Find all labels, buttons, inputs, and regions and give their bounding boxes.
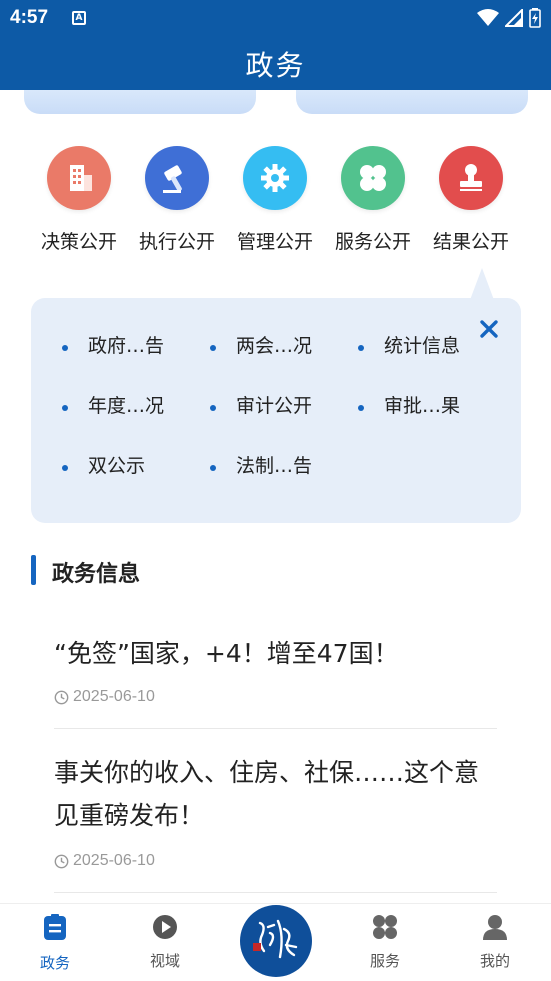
app-header: 4:57 A 政务 (0, 0, 551, 90)
play-icon (153, 915, 177, 939)
center-logo-button[interactable] (240, 905, 312, 977)
bullet-dot (358, 405, 364, 411)
section-title: 政务信息 (52, 562, 141, 587)
banner-card-right[interactable] (296, 90, 528, 114)
calligraphy-logo-icon (253, 919, 298, 959)
tab-video[interactable]: 视域 (125, 914, 205, 971)
nav-label: 执行公开 (138, 231, 215, 253)
tab-label: 政务 (39, 954, 70, 972)
signal-icon (505, 9, 523, 27)
category-nav: 决策公开 执行公开 管理公开 服务公开 结果公开 (0, 144, 551, 254)
close-icon[interactable] (476, 316, 502, 342)
wifi-icon (477, 9, 499, 26)
status-bar: 4:57 A (0, 0, 551, 38)
bullet-dot (62, 345, 68, 351)
bullet-dot (62, 465, 68, 471)
panel-item[interactable]: 审计公开 (210, 391, 312, 418)
a-notification-icon: A (72, 11, 86, 25)
nav-label: 结果公开 (432, 231, 509, 253)
bullet-dot (210, 345, 216, 351)
bullet-dot (210, 405, 216, 411)
nav-label: 服务公开 (334, 231, 411, 253)
person-icon (483, 915, 507, 940)
panel-item[interactable]: 统计信息 (358, 331, 460, 358)
status-icons (477, 8, 541, 28)
banner-card-left[interactable] (24, 90, 256, 114)
panel-pointer (470, 268, 494, 300)
nav-item-service[interactable]: 服务公开 (324, 144, 422, 254)
battery-icon (529, 8, 541, 28)
tab-service[interactable]: 服务 (345, 914, 425, 971)
bullet-dot (210, 465, 216, 471)
panel-item[interactable]: 两会…况 (210, 331, 312, 358)
section-accent-bar (31, 555, 36, 585)
divider (54, 892, 497, 893)
page-title: 政务 (245, 49, 306, 82)
news-item-title[interactable]: “免签”国家，+4！增至47国！ (54, 632, 494, 675)
panel-item[interactable]: 双公示 (62, 451, 145, 478)
panel-item[interactable]: 法制…告 (210, 451, 312, 478)
clock-icon (54, 854, 69, 868)
tab-label: 服务 (369, 952, 400, 970)
gavel-icon (145, 146, 209, 210)
nav-item-execution[interactable]: 执行公开 (128, 144, 226, 254)
tab-mine[interactable]: 我的 (455, 914, 535, 971)
nav-item-result[interactable]: 结果公开 (422, 144, 520, 254)
gear-icon (243, 146, 307, 210)
clock-icon (54, 690, 69, 704)
nav-item-decision[interactable]: 决策公开 (30, 144, 128, 254)
tab-government[interactable]: 政务 (15, 914, 95, 973)
divider (54, 728, 497, 729)
nav-item-management[interactable]: 管理公开 (226, 144, 324, 254)
news-item-date: 2025-06-10 (54, 688, 155, 706)
panel-item[interactable]: 年度…况 (62, 391, 164, 418)
news-item-title[interactable]: 事关你的收入、住房、社保……这个意见重磅发布！ (54, 751, 494, 837)
document-icon (44, 914, 66, 940)
panel-item[interactable]: 政府…告 (62, 331, 164, 358)
tab-label: 视域 (149, 952, 180, 970)
panel-item[interactable]: 审批…果 (358, 391, 460, 418)
news-item-date: 2025-06-10 (54, 852, 155, 870)
clover-icon (341, 146, 405, 210)
bullet-dot (62, 405, 68, 411)
grid-icon (373, 915, 397, 939)
stamp-icon (439, 146, 503, 210)
tab-label: 我的 (479, 952, 510, 970)
bullet-dot (358, 345, 364, 351)
nav-label: 决策公开 (40, 231, 117, 253)
nav-label: 管理公开 (236, 231, 313, 253)
building-icon (47, 146, 111, 210)
status-time: 4:57 (10, 7, 49, 28)
